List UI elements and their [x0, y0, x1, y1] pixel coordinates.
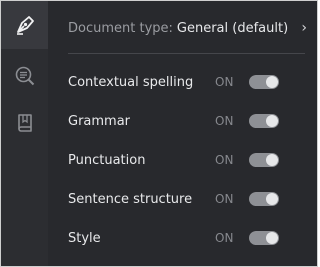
setting-name: Sentence structure	[68, 191, 193, 207]
punctuation-toggle[interactable]	[249, 153, 279, 167]
setting-state: ON	[215, 114, 234, 128]
divider	[68, 53, 305, 54]
toggle-knob	[266, 115, 278, 127]
setting-state: ON	[215, 231, 234, 245]
document-type-selector[interactable]: Document type: General (default) ›	[68, 15, 307, 41]
sentence-structure-toggle[interactable]	[249, 192, 279, 206]
book-icon	[17, 114, 32, 132]
rail-item-review[interactable]	[1, 58, 48, 94]
style-toggle[interactable]	[249, 231, 279, 245]
setting-row-contextual-spelling[interactable]: Contextual spelling ON	[68, 72, 305, 92]
setting-name: Grammar	[68, 113, 131, 129]
rail-item-dictionary[interactable]	[1, 105, 48, 141]
setting-state: ON	[215, 75, 234, 89]
setting-row-punctuation[interactable]: Punctuation ON	[68, 150, 305, 170]
contextual-spelling-toggle[interactable]	[249, 75, 279, 89]
setting-state: ON	[215, 153, 234, 167]
setting-name: Style	[68, 230, 101, 246]
chevron-right-icon: ›	[301, 20, 307, 36]
rail-item-writing[interactable]	[1, 1, 48, 49]
toggle-knob	[266, 76, 278, 88]
grammar-toggle[interactable]	[249, 114, 279, 128]
setting-row-grammar[interactable]: Grammar ON	[68, 111, 305, 131]
settings-panel: Document type: General (default) › Conte…	[0, 0, 318, 267]
setting-row-sentence-structure[interactable]: Sentence structure ON	[68, 189, 305, 209]
pen-nib-icon	[16, 16, 34, 35]
document-type-value: General (default)	[176, 20, 289, 36]
toggle-knob	[266, 232, 278, 244]
toggle-knob	[266, 193, 278, 205]
main-content: Document type: General (default) › Conte…	[48, 1, 317, 266]
setting-name: Punctuation	[68, 152, 146, 168]
icon-rail	[1, 1, 48, 266]
setting-name: Contextual spelling	[68, 74, 194, 90]
setting-state: ON	[215, 192, 234, 206]
document-type-label: Document type:	[68, 20, 173, 36]
search-document-icon	[15, 66, 34, 86]
setting-row-style[interactable]: Style ON	[68, 228, 305, 248]
toggle-knob	[266, 154, 278, 166]
